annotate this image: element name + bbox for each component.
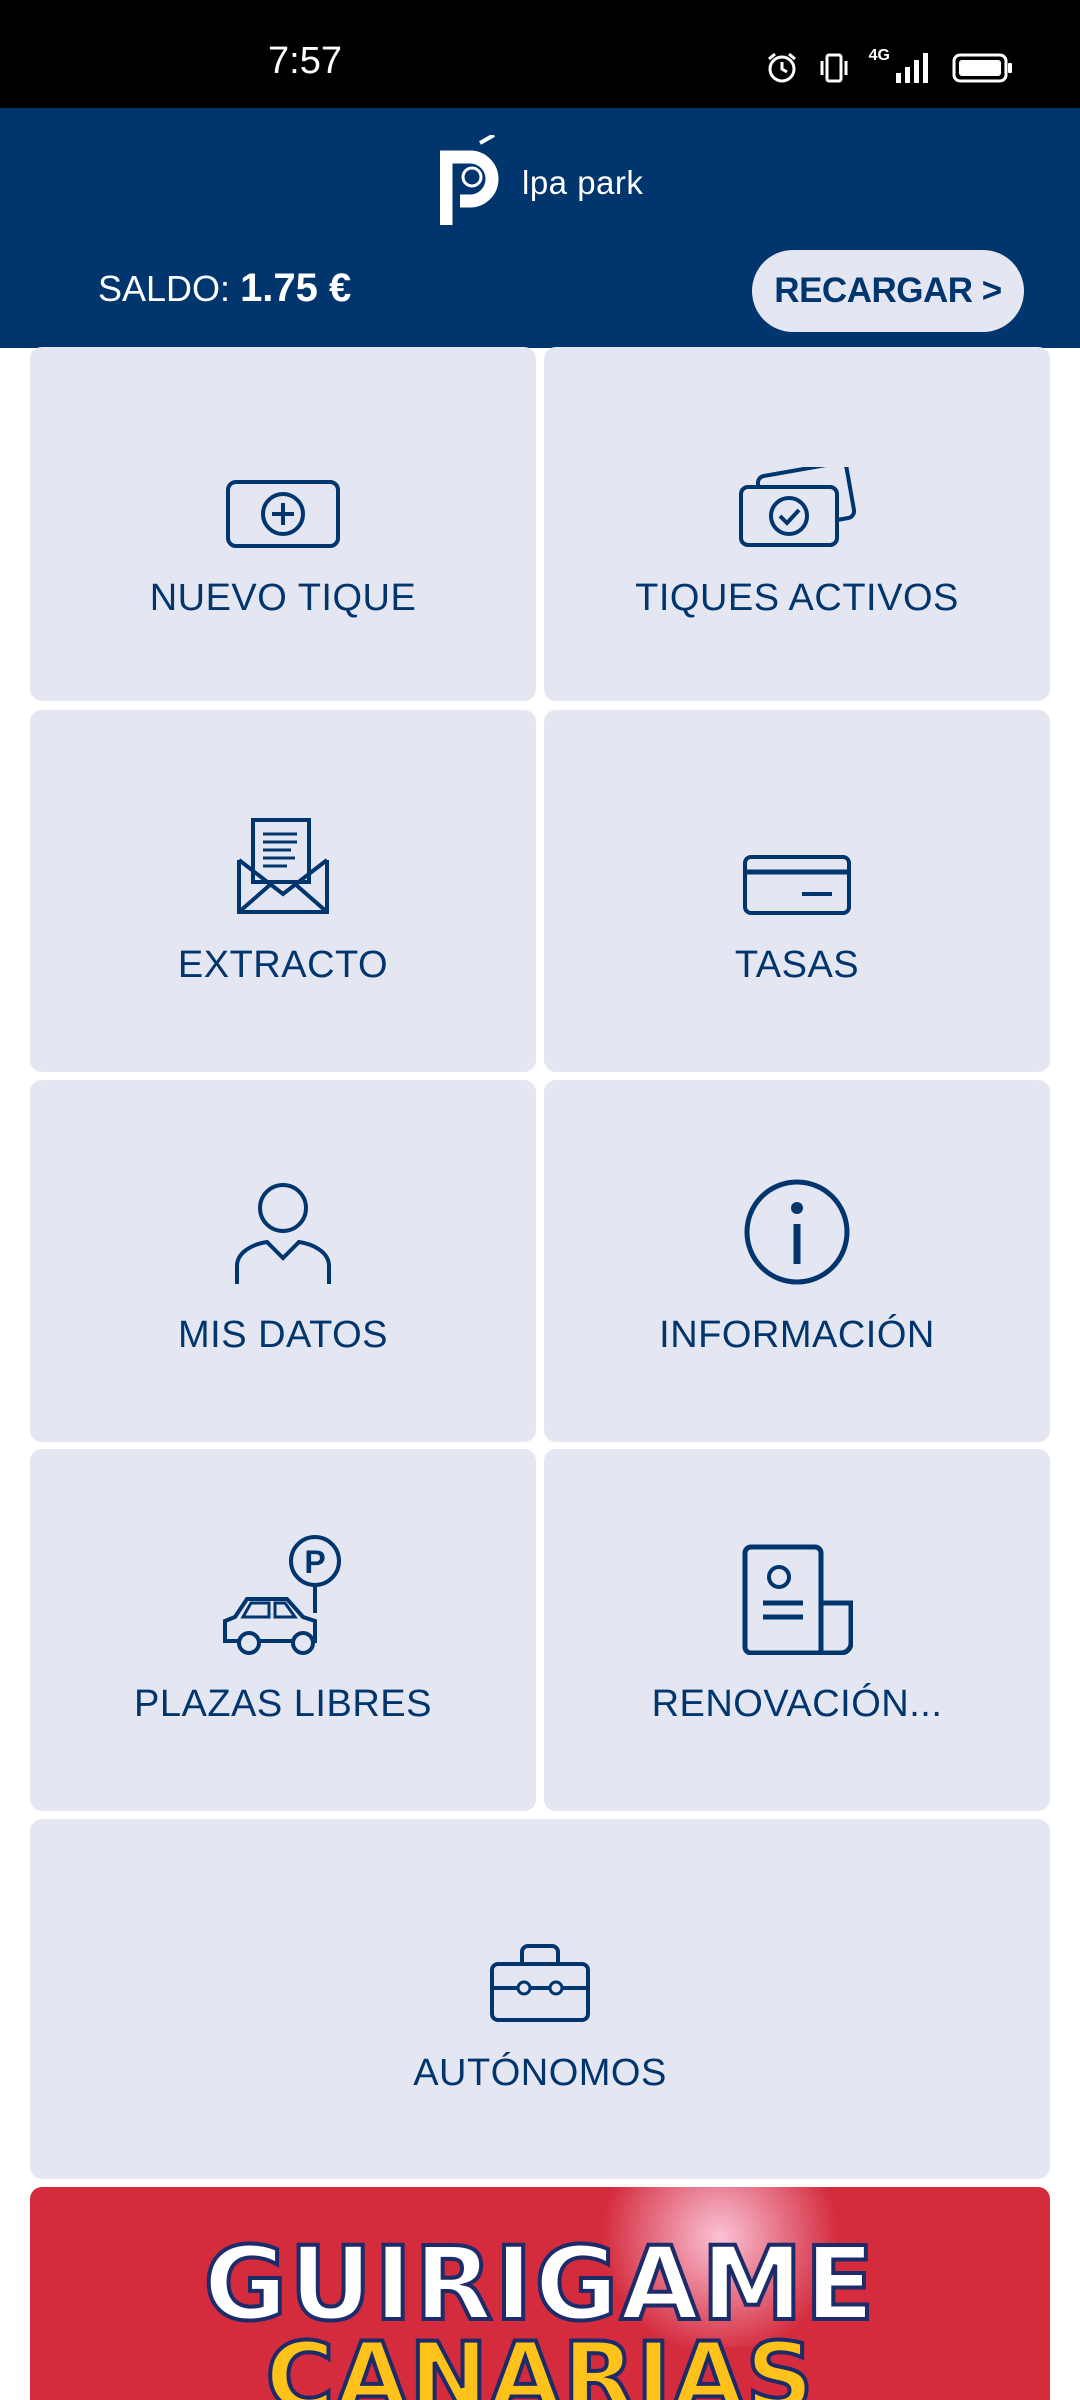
alarm-icon <box>765 51 799 85</box>
car-parking-icon: P <box>221 1534 345 1655</box>
info-icon <box>743 1166 851 1286</box>
fees-label: TASAS <box>734 943 860 986</box>
self-employed-tile[interactable]: AUTÓNOMOS <box>30 1819 1050 2179</box>
signal-icon <box>894 51 934 85</box>
free-spots-tile[interactable]: P PLAZAS LIBRES <box>30 1449 536 1811</box>
my-data-label: MIS DATOS <box>177 1313 388 1356</box>
renewal-label: RENOVACIÓN... <box>651 1682 943 1725</box>
tickets-check-icon <box>737 429 857 549</box>
my-data-tile[interactable]: MIS DATOS <box>30 1080 536 1442</box>
user-icon <box>233 1166 333 1286</box>
information-tile[interactable]: INFORMACIÓN <box>544 1080 1050 1442</box>
lpa-park-logo: lpa park <box>439 132 644 233</box>
vibrate-icon <box>817 51 851 85</box>
status-time: 7:57 <box>268 40 342 82</box>
parking-logo-icon <box>439 132 512 232</box>
statement-label: EXTRACTO <box>177 943 389 986</box>
status-icons: 4G <box>765 47 1014 88</box>
balance-amount: 1.75 € <box>240 266 352 310</box>
balance-label: SALDO: <box>98 268 241 309</box>
balance-display: SALDO: 1.75 € <box>98 266 351 311</box>
svg-text:P: P <box>304 1544 325 1580</box>
promo-title-line2: CANARIAS <box>264 2321 816 2400</box>
promo-banner[interactable]: GUIRIGAME CANARIAS <box>30 2187 1050 2400</box>
logo-text: lpa park <box>522 164 644 201</box>
self-employed-label: AUTÓNOMOS <box>413 2051 667 2094</box>
battery-icon <box>952 52 1014 84</box>
active-tickets-tile[interactable]: TIQUES ACTIVOS <box>544 347 1050 701</box>
active-tickets-label: TIQUES ACTIVOS <box>635 576 959 619</box>
new-ticket-label: NUEVO TIQUE <box>149 576 417 619</box>
network-label: 4G <box>868 47 890 64</box>
statement-tile[interactable]: EXTRACTO <box>30 710 536 1072</box>
envelope-document-icon <box>235 796 331 916</box>
renewal-tile[interactable]: RENOVACIÓN... <box>544 1449 1050 1811</box>
status-bar: 7:57 4G <box>0 0 1080 108</box>
free-spots-label: PLAZAS LIBRES <box>134 1682 432 1725</box>
new-ticket-tile[interactable]: NUEVO TIQUE <box>30 347 536 701</box>
fees-tile[interactable]: TASAS <box>544 710 1050 1072</box>
briefcase-icon <box>488 1904 592 2024</box>
ticket-add-icon <box>225 429 341 549</box>
recharge-button[interactable]: RECARGAR > <box>752 250 1024 332</box>
credit-card-icon <box>742 796 852 916</box>
id-document-icon <box>741 1535 853 1655</box>
app-header: lpa park SALDO: 1.75 € RECARGAR > <box>0 108 1080 348</box>
information-label: INFORMACIÓN <box>659 1313 935 1356</box>
